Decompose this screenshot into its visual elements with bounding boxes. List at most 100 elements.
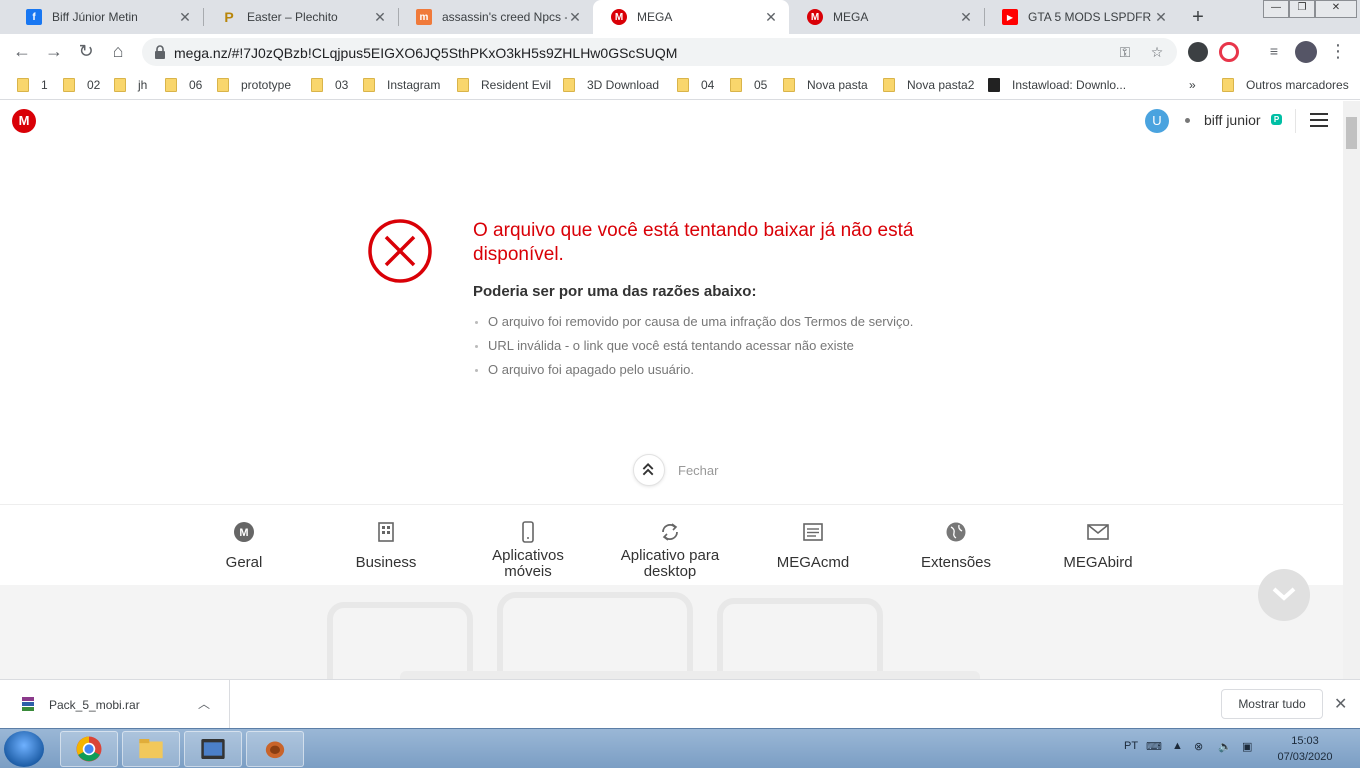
bookmark-folder[interactable]: 3D Download bbox=[563, 76, 659, 94]
address-bar[interactable]: mega.nz/#!7J0zQBzb!CLqjpus5EIGXO6JQ5SthP… bbox=[142, 38, 1177, 66]
extension-icon[interactable] bbox=[1188, 42, 1208, 62]
reload-button[interactable]: ↻ bbox=[74, 40, 98, 64]
glove-icon bbox=[265, 741, 285, 759]
overflow-label: » bbox=[1189, 78, 1196, 92]
bookmark-folder[interactable]: 04 bbox=[677, 76, 714, 94]
bookmark-folder[interactable]: Nova pasta2 bbox=[883, 76, 974, 94]
close-icon[interactable]: ✕ bbox=[763, 9, 779, 25]
close-icon[interactable]: ✕ bbox=[958, 9, 974, 25]
download-item[interactable]: Pack_5_mobi.rar ︿ bbox=[0, 680, 230, 729]
svg-text:M: M bbox=[239, 527, 248, 539]
mega-logo[interactable]: M bbox=[12, 109, 36, 133]
nav-desktop-app[interactable]: Aplicativo para desktop bbox=[595, 505, 745, 586]
tab-title: assassin's creed Npcs - 3D bbox=[442, 10, 567, 24]
language-indicator[interactable]: PT bbox=[1124, 740, 1138, 752]
tray-app-icon[interactable]: ⊗ bbox=[1194, 740, 1203, 753]
volume-icon[interactable]: 🔈 bbox=[1218, 740, 1232, 753]
close-label[interactable]: Fechar bbox=[678, 463, 718, 478]
folder-icon bbox=[563, 78, 575, 92]
new-tab-button[interactable]: + bbox=[1186, 6, 1210, 30]
list-item: O arquivo foi removido por causa de uma … bbox=[473, 313, 913, 337]
nav-megacmd[interactable]: MEGAcmd bbox=[738, 505, 888, 586]
close-icon[interactable]: ✕ bbox=[1153, 9, 1169, 25]
menu-kebab-icon[interactable]: ⋮ bbox=[1326, 40, 1350, 64]
tab-facebook[interactable]: f Biff Júnior Metin ✕ bbox=[8, 0, 203, 34]
divider bbox=[1295, 109, 1296, 133]
bookmark-folder[interactable]: 05 bbox=[730, 76, 767, 94]
bookmark-folder[interactable]: 1 bbox=[17, 76, 48, 94]
nav-extensions[interactable]: Extensões bbox=[881, 505, 1031, 586]
tray-expand-icon[interactable]: ▲ bbox=[1172, 740, 1183, 752]
bookmark-folder[interactable]: Instagram bbox=[363, 76, 440, 94]
nav-mobile-apps[interactable]: Aplicativos móveis bbox=[453, 505, 603, 586]
rar-archive-icon bbox=[22, 697, 34, 711]
bookmark-label: Nova pasta2 bbox=[907, 78, 975, 92]
clock-time: 15:03 bbox=[1291, 735, 1319, 747]
network-icon[interactable]: ▣ bbox=[1242, 740, 1252, 753]
bookmark-folder[interactable]: jh bbox=[114, 76, 147, 94]
chevron-up-icon[interactable]: ︿ bbox=[198, 695, 210, 712]
tab-easter[interactable]: P Easter – Plechito ✕ bbox=[203, 0, 398, 34]
key-icon[interactable]: ⚿ bbox=[1117, 44, 1133, 60]
bookmark-label: Instagram bbox=[387, 78, 441, 92]
close-icon[interactable]: ✕ bbox=[372, 9, 388, 25]
tab-youtube[interactable]: ▶ GTA 5 MODS LSPDFR 0.4 ✕ bbox=[984, 0, 1179, 34]
nav-megabird[interactable]: MEGAbird bbox=[1023, 505, 1173, 586]
tab-mega-active[interactable]: M MEGA ✕ bbox=[593, 0, 789, 34]
bookmark-folder[interactable]: Nova pasta bbox=[783, 76, 868, 94]
bookmark-folder[interactable]: 02 bbox=[63, 76, 100, 94]
error-title: O arquivo que você está tentando baixar … bbox=[473, 220, 914, 265]
home-button[interactable]: ⌂ bbox=[106, 40, 130, 64]
bookmark-folder[interactable]: prototype bbox=[217, 76, 291, 94]
bookmark-folder[interactable]: 06 bbox=[165, 76, 202, 94]
maximize-button[interactable]: ❐ bbox=[1289, 0, 1315, 18]
building-icon bbox=[378, 522, 394, 542]
back-button[interactable]: ← bbox=[10, 40, 34, 64]
close-icon[interactable]: ✕ bbox=[1334, 694, 1347, 714]
nav-geral[interactable]: M Geral bbox=[169, 505, 319, 586]
taskbar-media-player[interactable] bbox=[184, 731, 242, 767]
tab-assassins[interactable]: m assassin's creed Npcs - 3D ✕ bbox=[398, 0, 593, 34]
keyboard-icon[interactable]: ⌨ bbox=[1146, 740, 1162, 753]
taskbar-explorer[interactable] bbox=[122, 731, 180, 767]
footer-nav: M Geral Business Aplicativos móveis Apli… bbox=[0, 504, 1343, 585]
start-button[interactable] bbox=[4, 731, 44, 767]
bookmarks-overflow-button[interactable]: » bbox=[1189, 76, 1196, 94]
taskbar-app[interactable] bbox=[246, 731, 304, 767]
browser-toolbar: ← → ↻ ⌂ mega.nz/#!7J0zQBzb!CLqjpus5EIGXO… bbox=[0, 34, 1360, 70]
page-scrollbar[interactable] bbox=[1343, 101, 1360, 679]
taskbar-chrome[interactable] bbox=[60, 731, 118, 767]
close-icon[interactable]: ✕ bbox=[567, 9, 583, 25]
other-bookmarks-folder[interactable]: Outros marcadores bbox=[1222, 76, 1349, 94]
profile-avatar[interactable] bbox=[1295, 41, 1317, 63]
user-avatar[interactable]: U bbox=[1145, 109, 1169, 133]
star-icon[interactable]: ☆ bbox=[1149, 44, 1165, 60]
bookmark-folder[interactable]: Resident Evil bbox=[457, 76, 551, 94]
scroll-down-button[interactable] bbox=[1258, 569, 1310, 621]
minimize-button[interactable]: — bbox=[1263, 0, 1289, 18]
forward-button[interactable]: → bbox=[42, 40, 66, 64]
hamburger-menu-icon[interactable] bbox=[1310, 113, 1328, 129]
media-control-icon[interactable]: ≡ bbox=[1262, 40, 1286, 64]
collapse-button[interactable] bbox=[633, 454, 665, 486]
mega-circle-icon: M bbox=[234, 522, 254, 542]
username[interactable]: biff junior bbox=[1204, 112, 1261, 128]
show-all-button[interactable]: Mostrar tudo bbox=[1221, 689, 1323, 719]
nav-business[interactable]: Business bbox=[311, 505, 461, 586]
bookmark-instawload[interactable]: Instawload: Downlo... bbox=[988, 76, 1126, 94]
bookmark-folder[interactable]: 03 bbox=[311, 76, 348, 94]
tab-mega[interactable]: M MEGA ✕ bbox=[789, 0, 984, 34]
scrollbar-thumb[interactable] bbox=[1346, 117, 1357, 149]
clock-date: 07/03/2020 bbox=[1277, 751, 1333, 763]
folder-icon bbox=[139, 739, 163, 759]
system-clock[interactable]: 15:03 07/03/2020 bbox=[1270, 733, 1340, 765]
folder-icon bbox=[457, 78, 469, 92]
close-window-button[interactable]: ✕ bbox=[1315, 0, 1357, 18]
url-text: mega.nz/#!7J0zQBzb!CLqjpus5EIGXO6JQ5SthP… bbox=[174, 45, 678, 61]
close-icon[interactable]: ✕ bbox=[177, 9, 193, 25]
opera-extension-icon[interactable] bbox=[1219, 42, 1239, 62]
bookmark-label: Instawload: Downlo... bbox=[1012, 78, 1127, 92]
bookmark-label: Nova pasta bbox=[807, 78, 868, 92]
folder-icon bbox=[165, 78, 177, 92]
download-filename: Pack_5_mobi.rar bbox=[49, 698, 140, 712]
